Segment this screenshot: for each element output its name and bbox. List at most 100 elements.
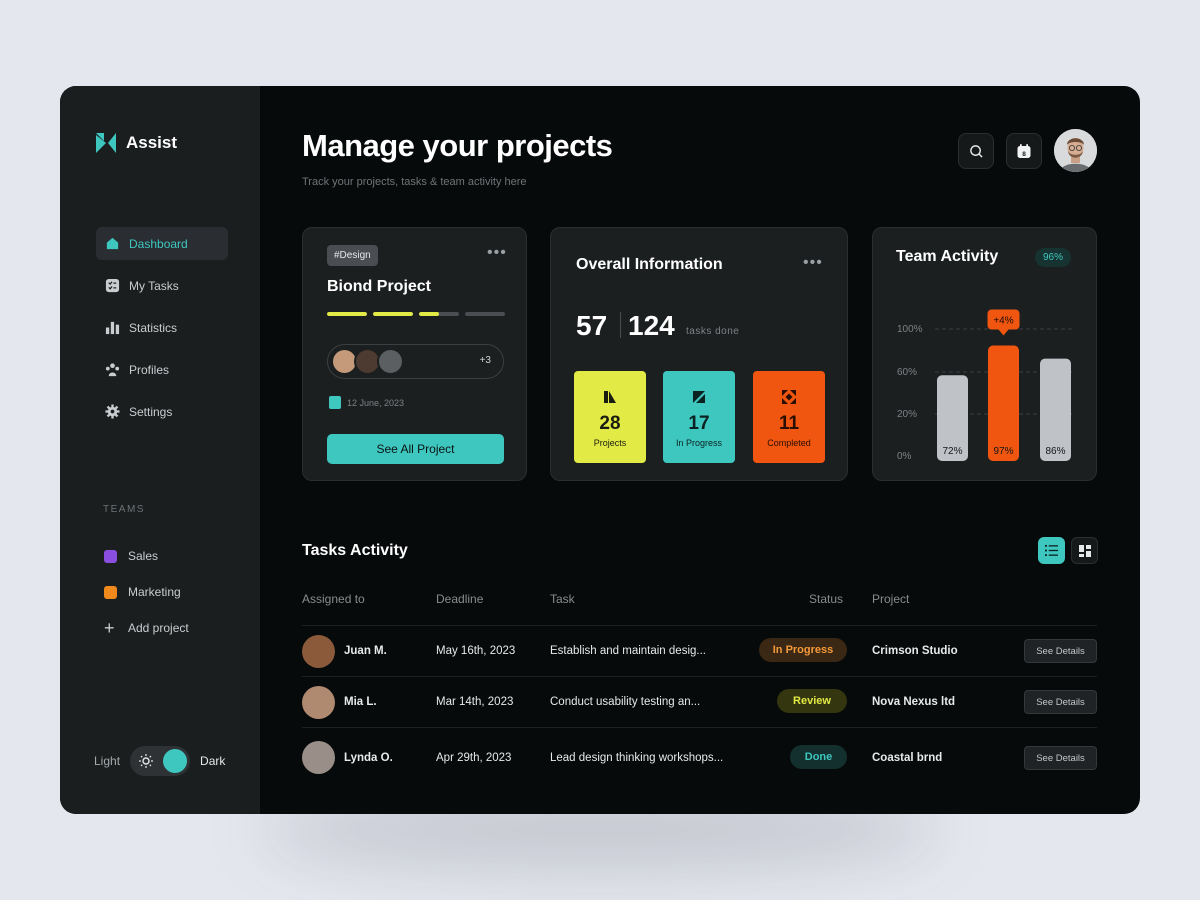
sidebar-item-label: Statistics xyxy=(129,320,178,335)
tile-value: 28 xyxy=(599,413,621,434)
y-tick-label: 0% xyxy=(897,451,912,462)
search-button[interactable] xyxy=(958,133,994,169)
y-tick-label: 20% xyxy=(897,409,917,420)
y-tick-label: 60% xyxy=(897,367,917,378)
assignee-name: Juan M. xyxy=(344,645,387,657)
page-title: Manage your projects xyxy=(302,128,613,163)
member-avatar xyxy=(377,348,404,375)
calendar-button[interactable]: 8 xyxy=(1006,133,1042,169)
project-title: Biond Project xyxy=(327,278,432,295)
team-members[interactable]: +3 xyxy=(327,344,504,379)
extra-members-count: +3 xyxy=(479,355,491,366)
task-deadline: Mar 14th, 2023 xyxy=(436,696,514,708)
callout-label: +4% xyxy=(993,316,1013,327)
project-tag: #Design xyxy=(327,245,378,266)
user-avatar-image xyxy=(1054,129,1097,172)
dark-label: Dark xyxy=(200,754,226,768)
team-item-sales[interactable]: Sales xyxy=(104,538,189,574)
status-badge: Review xyxy=(777,689,847,713)
bar-chart-icon xyxy=(104,320,120,336)
progress-segment xyxy=(465,312,505,316)
task-description: Lead design thinking workshops... xyxy=(550,752,724,764)
status-badge: Done xyxy=(790,745,847,769)
sidebar-item-label: Profiles xyxy=(129,362,170,377)
tasks-done-label: tasks done xyxy=(686,326,740,337)
projects-tile[interactable]: 28 Projects xyxy=(574,371,646,463)
calendar-badge: 8 xyxy=(1022,151,1026,158)
column-header-status: Status xyxy=(809,592,844,606)
table-row: Juan M. May 16th, 2023 Establish and mai… xyxy=(302,625,1097,676)
completed-count: 57 xyxy=(576,310,608,341)
in-progress-tile[interactable]: 17 In Progress xyxy=(663,371,735,463)
more-options-icon[interactable]: ••• xyxy=(803,254,823,272)
team-activity-card: Team Activity 96% 100% 60% 20% 0% 72% 97% +4% 8… xyxy=(872,227,1097,481)
theme-switch[interactable] xyxy=(130,746,191,776)
project-progress xyxy=(327,312,505,316)
table-row: Mia L. Mar 14th, 2023 Conduct usability … xyxy=(302,676,1097,727)
users-icon xyxy=(104,362,120,378)
bar-value-label: 72% xyxy=(942,446,962,457)
sidebar-item-my-tasks[interactable]: My Tasks xyxy=(96,269,228,302)
team-item-marketing[interactable]: Marketing xyxy=(104,574,189,610)
project-date: 12 June, 2023 xyxy=(329,396,404,409)
tile-label: Completed xyxy=(767,438,811,448)
completed-icon xyxy=(782,390,796,404)
add-project-button[interactable]: + Add project xyxy=(104,610,189,646)
task-deadline: May 16th, 2023 xyxy=(436,645,516,657)
grid-view-icon xyxy=(1078,544,1091,557)
assignee-avatar xyxy=(302,686,335,719)
see-details-button[interactable]: See Details xyxy=(1024,746,1097,770)
completed-tile[interactable]: 11 Completed xyxy=(753,371,825,463)
tile-label: Projects xyxy=(593,438,627,448)
progress-fill xyxy=(373,312,413,316)
project-name: Crimson Studio xyxy=(872,645,958,657)
theme-toggle: Light Dark xyxy=(94,746,225,776)
tile-value: 11 xyxy=(778,413,800,434)
tile-value: 17 xyxy=(688,413,710,434)
see-all-project-button[interactable]: See All Project xyxy=(327,434,504,464)
tile-label: In Progress xyxy=(675,438,723,448)
project-card: #Design ••• Biond Project +3 12 June, 20… xyxy=(302,227,527,481)
team-label: Sales xyxy=(128,549,159,563)
progress-fill xyxy=(327,312,367,316)
assignee-name: Mia L. xyxy=(344,696,377,708)
sidebar: Assist Dashboard My Tasks Statistics Pro… xyxy=(60,86,260,814)
list-view-button[interactable] xyxy=(1038,537,1065,564)
see-details-button[interactable]: See Details xyxy=(1024,639,1097,663)
calendar-icon: 8 xyxy=(1017,144,1031,158)
teams-heading: TEAMS xyxy=(103,504,145,515)
sidebar-item-profiles[interactable]: Profiles xyxy=(96,353,228,386)
plus-icon: + xyxy=(104,617,115,638)
home-icon xyxy=(104,236,120,252)
progress-segment xyxy=(373,312,413,316)
assignee-avatar xyxy=(302,635,335,668)
sidebar-item-statistics[interactable]: Statistics xyxy=(96,311,228,344)
sidebar-item-settings[interactable]: Settings xyxy=(96,395,228,428)
status-badge: In Progress xyxy=(759,638,847,662)
tasks-activity-title: Tasks Activity xyxy=(302,542,408,559)
sidebar-item-dashboard[interactable]: Dashboard xyxy=(96,227,228,260)
see-details-button[interactable]: See Details xyxy=(1024,690,1097,714)
page-subtitle: Track your projects, tasks & team activi… xyxy=(302,176,527,188)
light-label: Light xyxy=(94,754,121,768)
sidebar-item-label: Settings xyxy=(129,404,173,419)
app-logo[interactable]: Assist xyxy=(94,131,177,155)
total-count: 124 xyxy=(628,310,675,341)
project-name: Coastal brnd xyxy=(872,752,943,764)
y-tick-label: 100% xyxy=(897,324,923,335)
column-header-project: Project xyxy=(872,592,910,606)
overall-information-card: Overall Information ••• 57 124 tasks don… xyxy=(550,227,848,481)
user-avatar[interactable] xyxy=(1054,129,1097,172)
task-description: Conduct usability testing an... xyxy=(550,696,701,708)
app-window: Assist Dashboard My Tasks Statistics Pro… xyxy=(60,86,1140,814)
switch-knob[interactable] xyxy=(163,749,188,773)
column-header-deadline: Deadline xyxy=(436,592,484,606)
gear-icon xyxy=(104,404,120,420)
project-name: Nova Nexus ltd xyxy=(872,696,956,708)
teams-list: Sales Marketing + Add project xyxy=(104,538,189,646)
assignee-name: Lynda O. xyxy=(344,752,393,764)
list-view-icon xyxy=(1045,544,1058,557)
task-description: Establish and maintain desig... xyxy=(550,645,706,657)
more-options-icon[interactable]: ••• xyxy=(487,244,507,262)
grid-view-button[interactable] xyxy=(1071,537,1098,564)
